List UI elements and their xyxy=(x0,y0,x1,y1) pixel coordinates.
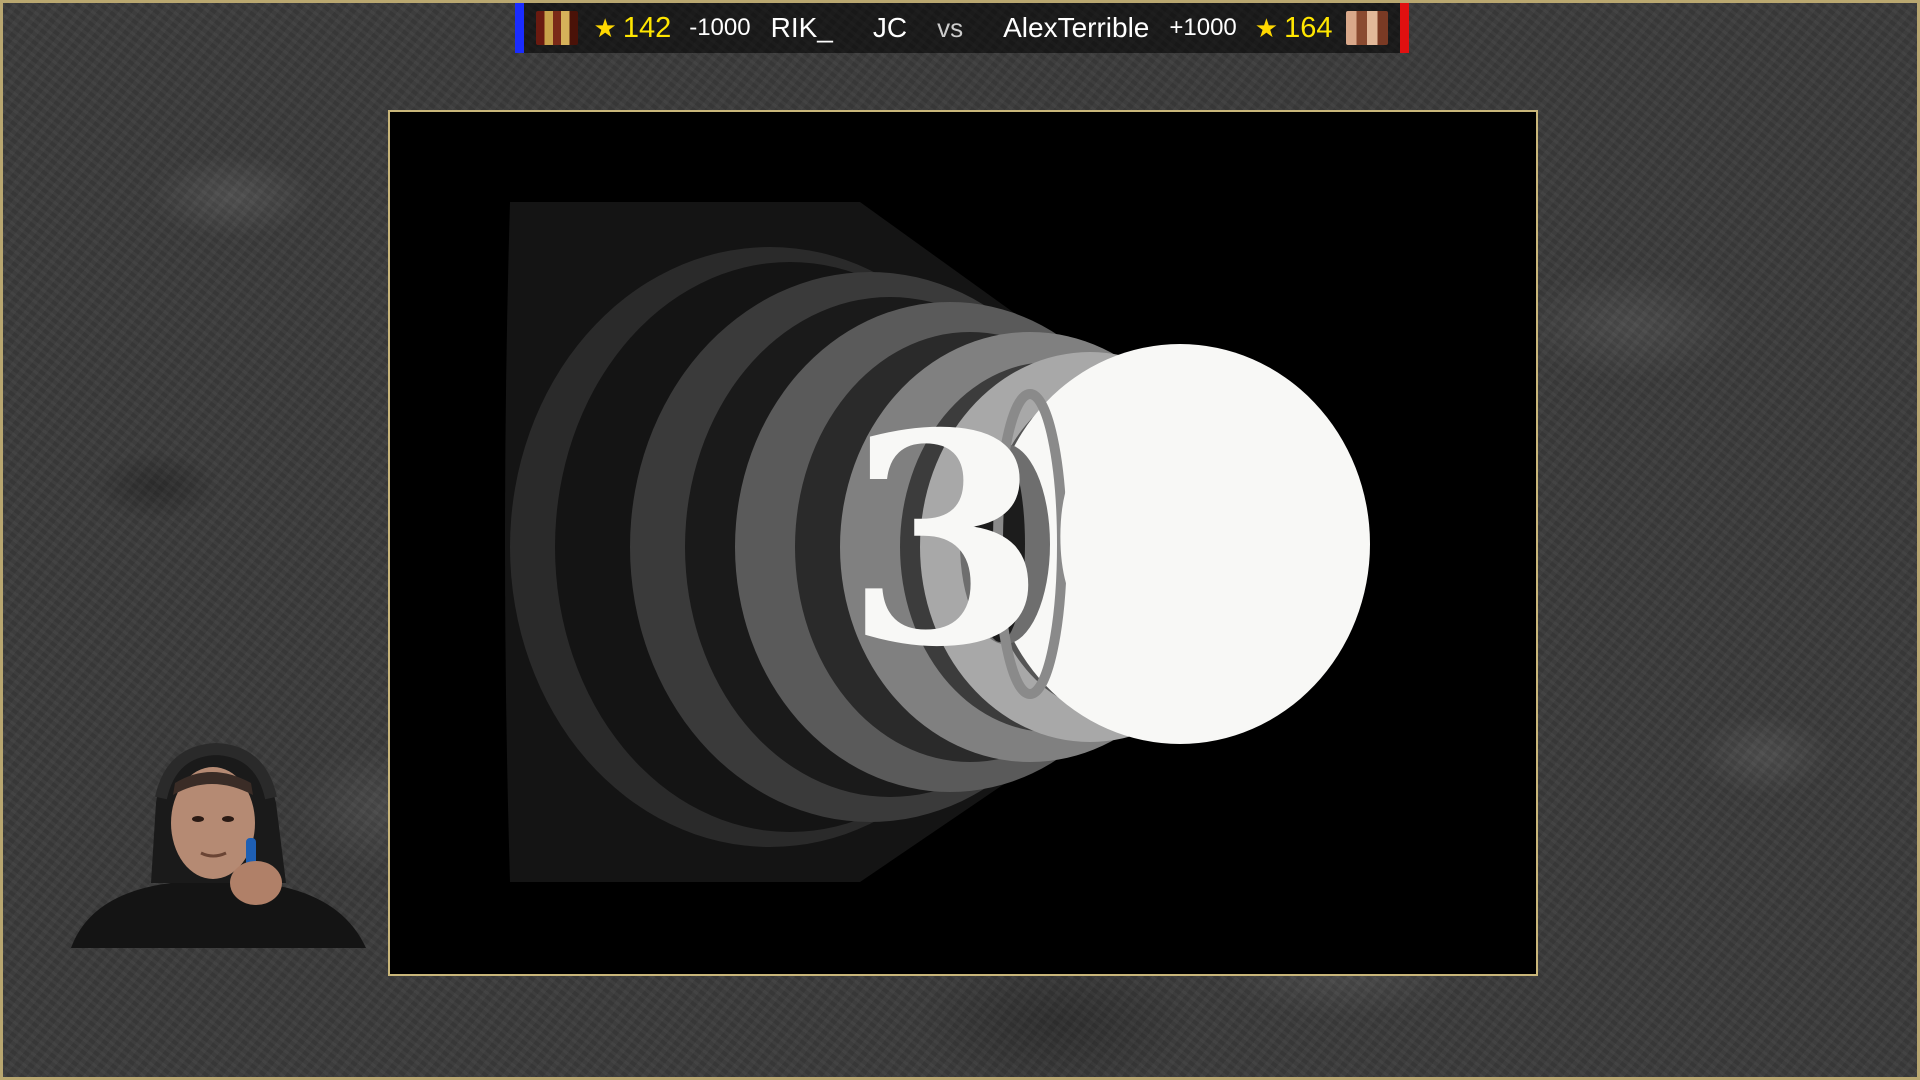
right-player-rating: 164 xyxy=(1284,11,1333,44)
left-player-rating: 142 xyxy=(622,11,672,44)
left-player-tag: JC xyxy=(872,12,908,43)
star-icon: ★ xyxy=(593,12,617,43)
countdown-number: 30 xyxy=(845,371,1249,711)
star-icon: ★ xyxy=(1254,12,1279,43)
right-player-name: AlexTerrible xyxy=(1003,12,1150,43)
vs-label: vs xyxy=(937,12,964,43)
streamer-webcam xyxy=(61,743,376,948)
left-player-name: RIK_ xyxy=(770,12,833,43)
left-player-delta: -1000 xyxy=(689,14,751,41)
left-team-color-bar xyxy=(515,3,525,53)
right-player-delta: +1000 xyxy=(1169,14,1237,41)
scoreboard: ★ 142 -1000 RIK_ JC vs AlexTerrible +100… xyxy=(515,3,1409,53)
right-player-avatar xyxy=(1346,11,1388,45)
left-player-avatar xyxy=(536,11,578,45)
stream-overlay-frame: ★ 142 -1000 RIK_ JC vs AlexTerrible +100… xyxy=(0,0,1920,1080)
right-team-color-bar xyxy=(1399,3,1409,53)
countdown-animation: 30 xyxy=(505,202,1370,882)
streamer-figure xyxy=(71,743,366,948)
game-video-screen: 30 xyxy=(388,110,1538,976)
